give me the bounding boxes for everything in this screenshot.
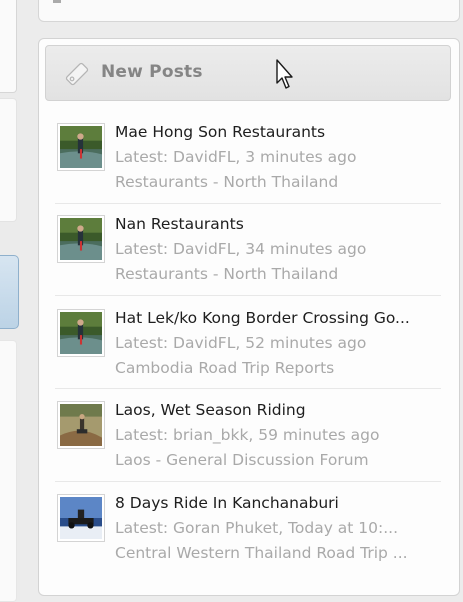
left-panel-top: [0, 0, 17, 93]
post-item[interactable]: Hat Lek/ko Kong Border Crossing Go... La…: [55, 307, 441, 399]
post-forum-link[interactable]: Restaurants - North Thailand: [115, 265, 441, 283]
previous-box-fragment: [53, 0, 61, 3]
post-title-link[interactable]: Mae Hong Son Restaurants: [115, 123, 441, 141]
left-blue-tab[interactable]: [0, 255, 19, 329]
divider: [55, 388, 441, 389]
left-panel-middle: [0, 98, 17, 222]
divider: [55, 295, 441, 296]
post-forum-link[interactable]: Laos - General Discussion Forum: [115, 451, 441, 469]
left-panel-bottom: [0, 340, 17, 602]
river-avatar[interactable]: [57, 123, 105, 171]
divider: [55, 481, 441, 482]
post-latest[interactable]: Latest: Goran Phuket, Today at 10:...: [115, 519, 441, 537]
river-avatar[interactable]: [57, 309, 105, 357]
divider: [55, 203, 441, 204]
post-item[interactable]: 8 Days Ride In Kanchanaburi Latest: Gora…: [55, 492, 441, 584]
post-forum-link[interactable]: Restaurants - North Thailand: [115, 173, 441, 191]
post-latest[interactable]: Latest: DavidFL, 34 minutes ago: [115, 240, 441, 258]
post-latest[interactable]: Latest: brian_bkk, 59 minutes ago: [115, 426, 441, 444]
post-title-link[interactable]: Hat Lek/ko Kong Border Crossing Go...: [115, 309, 441, 327]
post-title-link[interactable]: Laos, Wet Season Riding: [115, 401, 441, 419]
post-title-link[interactable]: Nan Restaurants: [115, 215, 441, 233]
new-posts-panel: New Posts Mae Hong Son Restaurants Lates…: [38, 38, 460, 596]
post-item[interactable]: Nan Restaurants Latest: DavidFL, 34 minu…: [55, 213, 441, 305]
tag-icon: [65, 62, 89, 86]
previous-sidebar-box: [38, 0, 460, 22]
post-latest[interactable]: Latest: DavidFL, 52 minutes ago: [115, 334, 441, 352]
post-forum-link[interactable]: Central Western Thailand Road Trip ...: [115, 544, 441, 562]
post-latest[interactable]: Latest: DavidFL, 3 minutes ago: [115, 148, 441, 166]
post-item[interactable]: Mae Hong Son Restaurants Latest: DavidFL…: [55, 121, 441, 213]
post-forum-link[interactable]: Cambodia Road Trip Reports: [115, 359, 441, 377]
river-avatar[interactable]: [57, 215, 105, 263]
motorbike-avatar[interactable]: [57, 494, 105, 542]
new-posts-header[interactable]: New Posts: [45, 45, 451, 101]
dirt-road-avatar[interactable]: [57, 401, 105, 449]
mouse-cursor-icon: [276, 59, 293, 89]
left-column: [0, 0, 20, 602]
panel-title: New Posts: [101, 62, 203, 82]
post-title-link[interactable]: 8 Days Ride In Kanchanaburi: [115, 494, 441, 512]
post-item[interactable]: Laos, Wet Season Riding Latest: brian_bk…: [55, 399, 441, 491]
